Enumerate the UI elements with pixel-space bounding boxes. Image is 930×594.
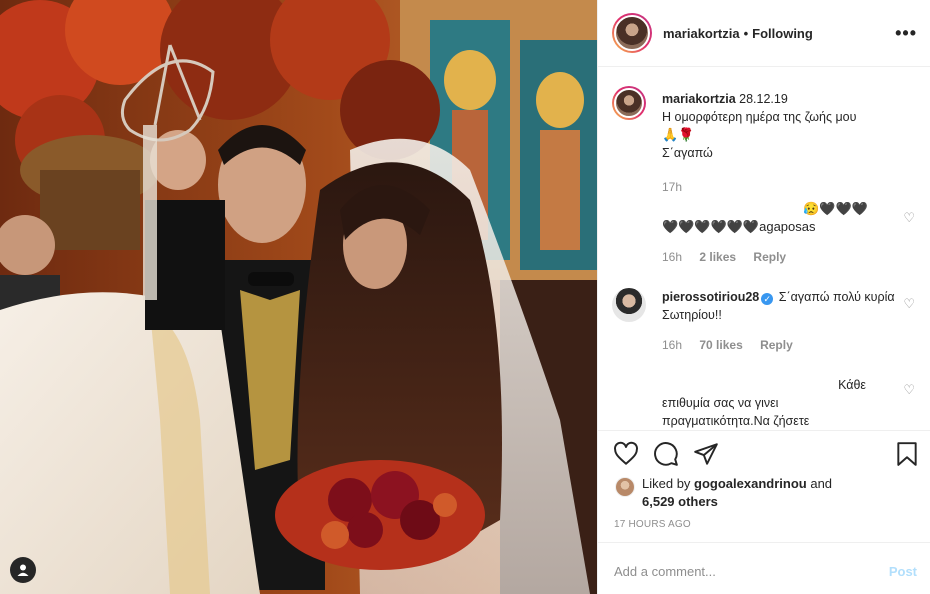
caption-line1: Η ομορφότερη ημέρα της ζωής μου bbox=[662, 110, 857, 124]
liked-by-prefix: Liked by bbox=[642, 476, 691, 491]
more-options-button[interactable]: ••• bbox=[895, 24, 917, 42]
comment-like-button[interactable]: ♡ bbox=[903, 210, 915, 226]
verified-badge-icon: ✓ bbox=[761, 293, 774, 305]
post-button[interactable]: Post bbox=[889, 564, 917, 579]
share-button[interactable] bbox=[693, 441, 719, 467]
comment-text-line1: Κάθε bbox=[838, 378, 866, 392]
post-side-panel: mariakortzia • Following ••• mariakortzi… bbox=[597, 0, 930, 594]
author-avatar[interactable] bbox=[612, 13, 652, 53]
comment-time[interactable]: 16h bbox=[662, 250, 682, 264]
heart-icon: ♡ bbox=[903, 210, 915, 225]
author-username[interactable]: mariakortzia bbox=[663, 26, 740, 41]
share-icon bbox=[694, 443, 718, 465]
post-timestamp[interactable]: 17 HOURS AGO bbox=[614, 519, 691, 530]
bookmark-icon bbox=[897, 442, 917, 466]
caption-meta: 17h bbox=[662, 180, 696, 194]
user-tag-button[interactable] bbox=[10, 557, 36, 583]
commenter-username[interactable]: pierossotiriou28 bbox=[662, 290, 759, 304]
heart-icon bbox=[614, 441, 638, 465]
caption-avatar[interactable] bbox=[612, 86, 646, 120]
comment-reply-button[interactable]: Reply bbox=[753, 250, 786, 264]
commenter-avatar[interactable] bbox=[612, 288, 646, 322]
action-bar bbox=[598, 430, 930, 474]
caption-emojis: 🙏🌹 bbox=[662, 127, 695, 142]
caption-time[interactable]: 17h bbox=[662, 180, 682, 194]
comment-meta: 16h 70 likes Reply bbox=[662, 338, 807, 352]
comment-text-line1: 😥🖤🖤🖤 bbox=[803, 201, 868, 216]
liked-by-others[interactable]: 6,529 others bbox=[642, 494, 718, 509]
heart-icon: ♡ bbox=[903, 296, 915, 311]
heart-icon: ♡ bbox=[903, 382, 915, 397]
comment-reply-button[interactable]: Reply bbox=[760, 338, 793, 352]
caption-date: 28.12.19 bbox=[739, 92, 788, 106]
caption-line2: Σ΄αγαπώ bbox=[662, 146, 713, 160]
comment-button[interactable] bbox=[653, 441, 679, 467]
liked-by-and: and bbox=[810, 476, 833, 491]
post-header: mariakortzia • Following ••• bbox=[598, 0, 930, 67]
comment-meta: 16h 2 likes Reply bbox=[662, 250, 800, 264]
following-button[interactable]: Following bbox=[752, 26, 813, 41]
comment-text-line2: επιθυμία σας να γινει bbox=[662, 396, 779, 410]
header-separator: • bbox=[743, 25, 749, 41]
comment-time[interactable]: 16h bbox=[662, 338, 682, 352]
wedding-photo bbox=[0, 0, 597, 594]
comments-list[interactable]: mariakortzia 28.12.19 Η ομορφότερη ημέρα… bbox=[598, 68, 930, 430]
comment-icon bbox=[654, 442, 678, 466]
liker-avatar[interactable] bbox=[615, 477, 635, 497]
user-tag-icon bbox=[17, 564, 29, 576]
post-photo[interactable] bbox=[0, 0, 597, 594]
comment-input[interactable]: Add a comment... bbox=[614, 564, 716, 579]
caption-username[interactable]: mariakortzia bbox=[662, 92, 736, 106]
more-options-icon: ••• bbox=[895, 23, 917, 43]
liked-by-user[interactable]: gogoalexandrinou bbox=[694, 476, 807, 491]
comment-like-button[interactable]: ♡ bbox=[903, 382, 915, 398]
comment-likes[interactable]: 70 likes bbox=[699, 338, 742, 352]
comment-likes[interactable]: 2 likes bbox=[699, 250, 736, 264]
instagram-post-modal: mariakortzia • Following ••• mariakortzi… bbox=[0, 0, 930, 594]
comment-like-button[interactable]: ♡ bbox=[903, 296, 915, 312]
add-comment-bar: Add a comment... Post bbox=[598, 542, 930, 594]
like-button[interactable] bbox=[613, 441, 639, 467]
save-button[interactable] bbox=[894, 441, 920, 467]
comment-text-line3: πραγματικότητα.Να ζήσετε bbox=[662, 414, 810, 428]
comment-text-line2: 🖤🖤🖤🖤🖤🖤agaposas bbox=[662, 219, 816, 234]
